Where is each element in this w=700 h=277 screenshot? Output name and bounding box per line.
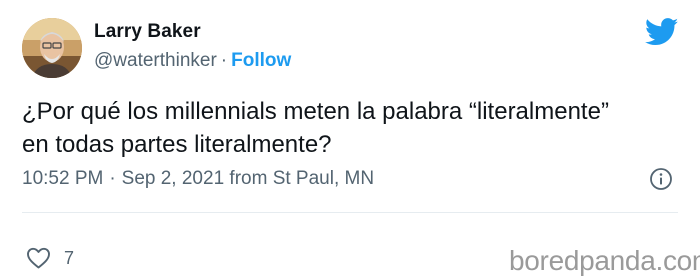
author-handle-row: @waterthinker · Follow — [94, 50, 291, 72]
avatar-photo — [22, 18, 82, 78]
watermark: boredpanda.com — [509, 245, 700, 276]
tweet-time[interactable]: 10:52 PM — [22, 168, 103, 189]
like-count[interactable]: 7 — [64, 248, 74, 269]
separator-dot: · — [220, 50, 228, 71]
follow-button[interactable]: Follow — [231, 50, 291, 71]
author-name[interactable]: Larry Baker — [94, 21, 201, 43]
tweet-date-location[interactable]: Sep 2, 2021 from St Paul, MN — [122, 168, 374, 189]
meta-separator-dot: · — [109, 168, 116, 189]
tweet-text: ¿Por qué los millennials meten la palabr… — [22, 95, 682, 161]
twitter-bird-icon[interactable] — [645, 18, 679, 46]
tweet-meta: 10:52 PM · Sep 2, 2021 from St Paul, MN — [22, 168, 374, 190]
author-handle[interactable]: @waterthinker — [94, 50, 217, 71]
tweet-text-line2: en todas partes literalmente? — [22, 131, 332, 158]
tweet-text-line1: ¿Por qué los millennials meten la palabr… — [22, 98, 609, 125]
info-icon[interactable] — [649, 167, 673, 191]
heart-icon[interactable] — [26, 247, 51, 269]
tweet-card: Larry Baker @waterthinker · Follow ¿Por qu… — [0, 0, 700, 276]
avatar[interactable] — [22, 18, 82, 78]
divider — [22, 212, 678, 213]
